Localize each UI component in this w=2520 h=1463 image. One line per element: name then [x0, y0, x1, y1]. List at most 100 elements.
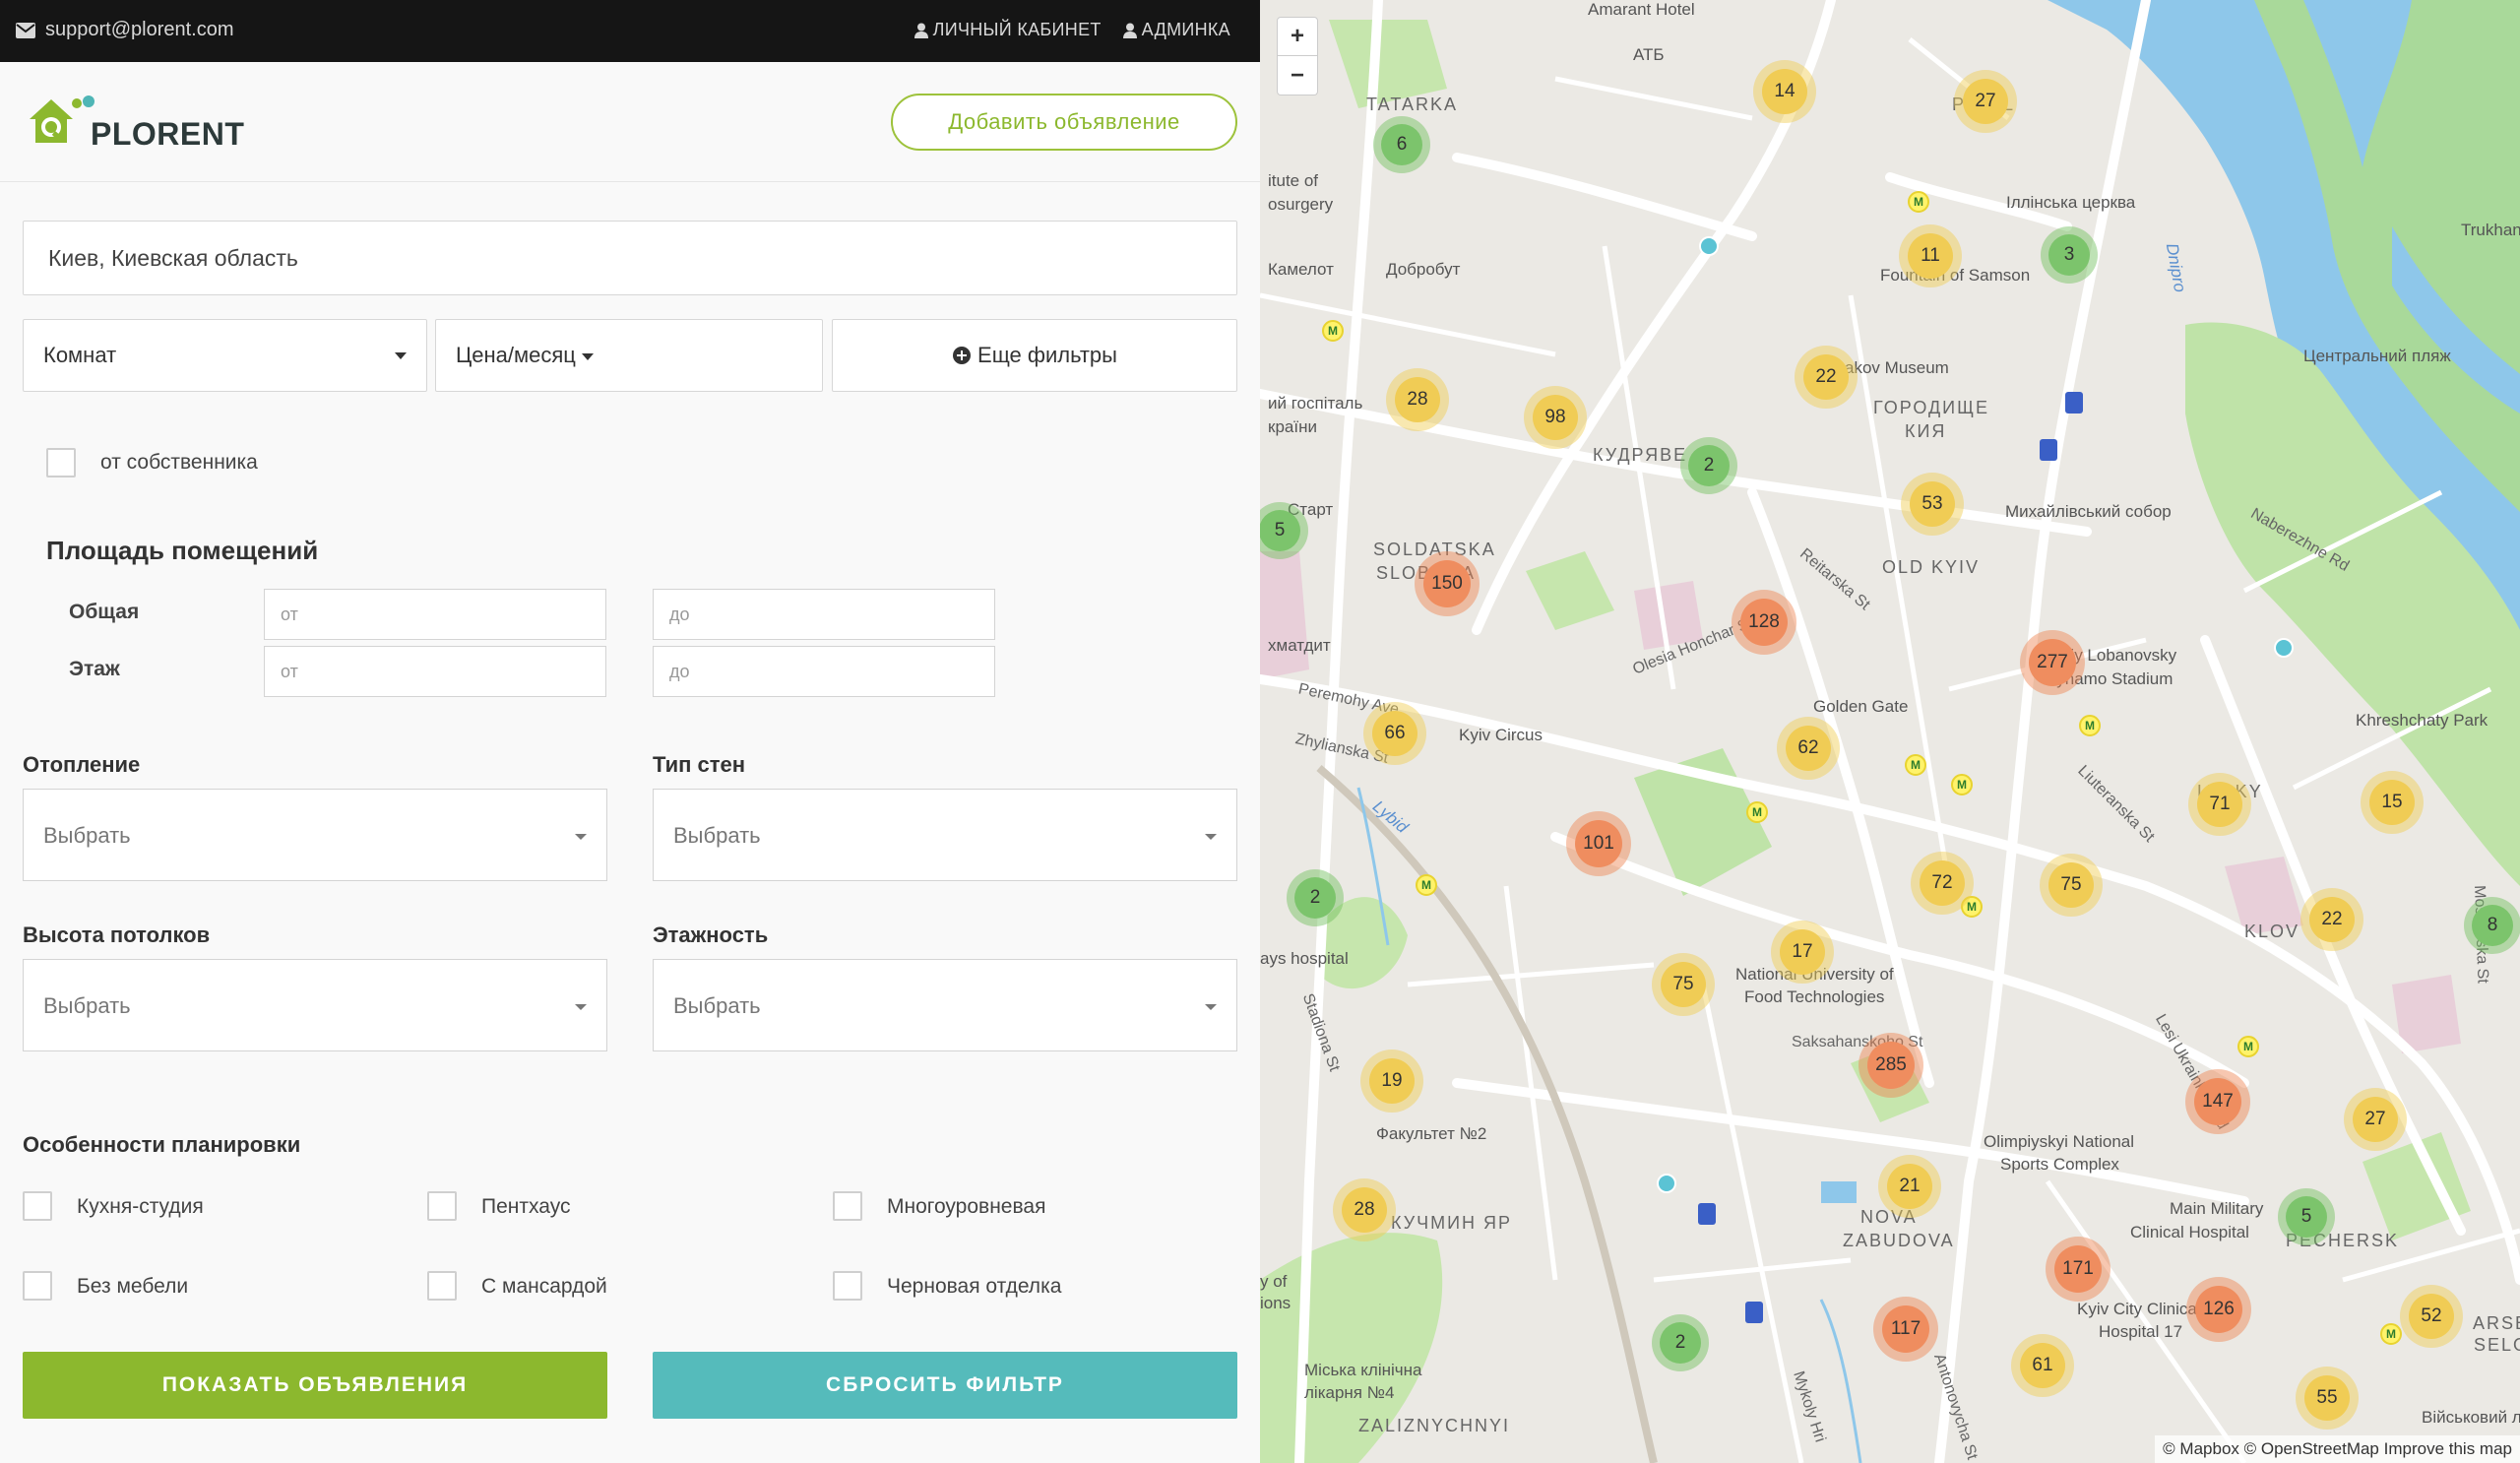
map-cluster[interactable]: 2 — [1287, 869, 1344, 926]
floors-select[interactable]: Выбрать — [653, 959, 1237, 1051]
reset-filter-button[interactable]: СБРОСИТЬ ФИЛЬТР — [653, 1352, 1237, 1419]
cluster-count: 277 — [2037, 652, 2068, 672]
map-cluster[interactable]: 22 — [1795, 346, 1858, 409]
caret-down-icon — [575, 1004, 587, 1010]
map-cluster[interactable]: 285 — [1858, 1033, 1923, 1098]
map-cluster[interactable]: 66 — [1363, 702, 1426, 765]
admin-link[interactable]: АДМИНКА — [1122, 20, 1230, 40]
floors-select-value: Выбрать — [673, 993, 761, 1018]
map-cluster[interactable]: 75 — [2040, 854, 2103, 917]
logo-text: PLORENT — [91, 116, 245, 152]
show-listings-button[interactable]: ПОКАЗАТЬ ОБЪЯВЛЕНИЯ — [23, 1352, 607, 1419]
layout-label-unfurnished: Без мебели — [77, 1275, 189, 1298]
layout-checkbox-rough-finish[interactable] — [833, 1271, 862, 1301]
layout-checkbox-attic[interactable] — [427, 1271, 457, 1301]
map-label: itute of — [1268, 171, 1319, 190]
layout-checkbox-unfurnished[interactable] — [23, 1271, 52, 1301]
ceiling-select[interactable]: Выбрать — [23, 959, 607, 1051]
map-cluster[interactable]: 6 — [1373, 116, 1430, 173]
map-cluster[interactable]: 150 — [1415, 551, 1480, 616]
map-label: Добробут — [1386, 260, 1461, 279]
walls-select-value: Выбрать — [673, 823, 761, 848]
logo[interactable]: PLORENT — [26, 92, 245, 152]
location-dot[interactable] — [2274, 638, 2294, 658]
cluster-count: 98 — [1544, 407, 1566, 427]
map-cluster[interactable]: 147 — [2185, 1069, 2250, 1134]
layout-checkbox-penthouse[interactable] — [427, 1191, 457, 1221]
map-cluster[interactable]: 5 — [2278, 1188, 2335, 1245]
cluster-count: 55 — [2316, 1387, 2338, 1408]
zoom-out-button[interactable]: − — [1277, 56, 1318, 95]
heating-select[interactable]: Выбрать — [23, 789, 607, 881]
map-cluster[interactable]: 19 — [1360, 1050, 1423, 1113]
add-listing-button[interactable]: Добавить объявление — [891, 94, 1237, 151]
layout-checkbox-multilevel[interactable] — [833, 1191, 862, 1221]
map[interactable]: + − Amarant Hotel АТБ TATARKA PODIL Іллі… — [1260, 0, 2520, 1463]
layout-checkbox-studio[interactable] — [23, 1191, 52, 1221]
map-cluster[interactable]: 3 — [2041, 226, 2098, 284]
cabinet-link[interactable]: ЛИЧНЫЙ КАБИНЕТ — [914, 20, 1102, 40]
floor-to-input[interactable]: до — [653, 646, 995, 697]
map-cluster[interactable]: 2 — [1680, 437, 1737, 494]
map-cluster[interactable]: 71 — [2188, 773, 2251, 836]
owner-checkbox[interactable] — [46, 448, 76, 477]
bus-stop-icon — [1698, 1203, 1716, 1225]
map-cluster[interactable]: 22 — [2300, 888, 2363, 951]
map-label: Михайлівський собор — [2005, 502, 2172, 521]
map-cluster[interactable]: 98 — [1524, 386, 1587, 449]
map-cluster[interactable]: 128 — [1732, 590, 1796, 655]
cluster-count: 22 — [2321, 909, 2343, 929]
map-cluster[interactable]: 53 — [1901, 473, 1964, 536]
total-area-from-input[interactable]: от — [264, 589, 606, 640]
cluster-count: 66 — [1384, 723, 1406, 743]
map-label: Факультет №2 — [1376, 1124, 1487, 1143]
map-cluster[interactable]: 17 — [1771, 921, 1834, 984]
map-cluster[interactable]: 52 — [2400, 1285, 2463, 1348]
support-email[interactable]: support@plorent.com — [16, 19, 234, 41]
map-cluster[interactable]: 27 — [1954, 70, 2017, 133]
heating-title: Отопление — [23, 752, 141, 777]
total-area-to-input[interactable]: до — [653, 589, 995, 640]
more-filters-button[interactable]: Еще фильтры — [832, 319, 1237, 392]
map-cluster[interactable]: 8 — [2464, 897, 2520, 954]
rooms-dropdown[interactable]: Комнат — [23, 319, 427, 392]
map-cluster[interactable]: 126 — [2186, 1277, 2251, 1342]
location-dot[interactable] — [1657, 1174, 1676, 1193]
walls-select[interactable]: Выбрать — [653, 789, 1237, 881]
map-cluster[interactable]: 28 — [1386, 368, 1449, 431]
map-cluster[interactable]: 277 — [2020, 630, 2085, 695]
map-cluster[interactable]: 11 — [1899, 224, 1962, 287]
map-cluster[interactable]: 75 — [1652, 953, 1715, 1016]
plus-circle-icon — [953, 347, 972, 364]
map-cluster[interactable]: 27 — [2344, 1088, 2407, 1151]
map-label: Kyiv Circus — [1459, 726, 1544, 744]
ceiling-select-value: Выбрать — [43, 993, 131, 1018]
map-cluster[interactable]: 101 — [1566, 811, 1631, 876]
location-dot[interactable] — [1699, 236, 1719, 256]
map-cluster[interactable]: 55 — [2296, 1367, 2359, 1430]
price-dropdown[interactable]: Цена/месяц — [435, 319, 823, 392]
map-cluster[interactable]: 117 — [1873, 1297, 1938, 1362]
floor-from-input[interactable]: от — [264, 646, 606, 697]
map-cluster[interactable]: 21 — [1878, 1155, 1941, 1218]
metro-icon: M — [1746, 801, 1768, 823]
bus-stop-icon — [2065, 392, 2083, 413]
map-cluster[interactable]: 171 — [2046, 1237, 2110, 1302]
cluster-count: 285 — [1875, 1054, 1907, 1075]
map-cluster[interactable]: 62 — [1777, 717, 1840, 780]
map-cluster[interactable]: 61 — [2011, 1334, 2074, 1397]
zoom-in-button[interactable]: + — [1277, 17, 1318, 56]
map-label: ions — [1260, 1294, 1292, 1312]
map-cluster[interactable]: 2 — [1652, 1314, 1709, 1371]
map-cluster[interactable]: 28 — [1333, 1178, 1396, 1241]
map-attribution[interactable]: © Mapbox © OpenStreetMap Improve this ma… — [2155, 1435, 2520, 1463]
location-input[interactable]: Киев, Киевская область — [23, 221, 1237, 295]
caret-down-icon — [575, 834, 587, 840]
layout-label-multilevel: Многоуровневая — [887, 1195, 1046, 1218]
caret-down-icon — [581, 352, 594, 360]
map-cluster[interactable]: 15 — [2361, 771, 2424, 834]
cluster-count: 28 — [1407, 389, 1428, 410]
map-cluster[interactable]: 14 — [1753, 60, 1816, 123]
cluster-count: 8 — [2487, 915, 2498, 935]
map-cluster[interactable]: 72 — [1911, 852, 1974, 915]
